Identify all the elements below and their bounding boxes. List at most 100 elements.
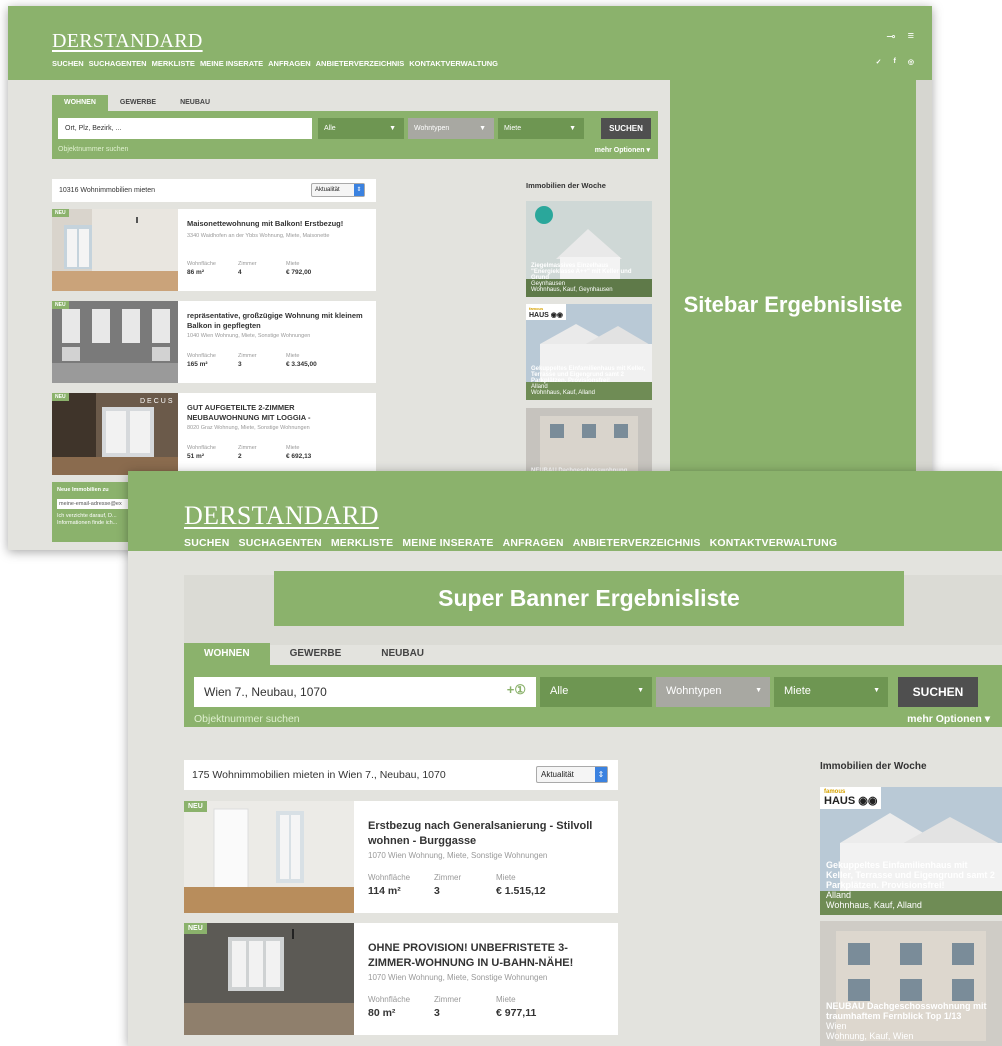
object-number-link[interactable]: Objektnummer suchen — [58, 146, 128, 153]
listing-card[interactable]: NEU Erstbezug nach Generalsanierung - St… — [184, 801, 618, 913]
tab-gewerbe[interactable]: GEWERBE — [270, 643, 362, 665]
owl-icon: ◉◉ — [858, 795, 878, 807]
stat-rent-label: Miete — [286, 353, 300, 359]
nav-anbieterverzeichnis[interactable]: ANBIETERVERZEICHNIS — [316, 59, 405, 68]
sort-select[interactable]: Aktualität ⇕ — [311, 183, 365, 197]
chevron-down-icon: ▼ — [873, 687, 880, 694]
stat-rooms-label: Zimmer — [238, 261, 257, 267]
key-icon[interactable]: ⊸ — [886, 30, 895, 43]
nav-meine-inserate[interactable]: MEINE INSERATE — [200, 59, 263, 68]
dropdown-miete[interactable]: Miete ▼ — [774, 677, 888, 707]
dropdown-alle[interactable]: Alle ▼ — [318, 118, 404, 139]
newsletter-consent[interactable]: Ich verzichte darauf, D... Informationen… — [57, 513, 131, 527]
nav-suchen[interactable]: SUCHEN — [52, 59, 84, 68]
object-number-link[interactable]: Objektnummer suchen — [194, 713, 300, 725]
stat-area: Wohnfläche 165 m² — [187, 353, 216, 368]
new-badge: NEU — [184, 923, 207, 934]
facebook-icon[interactable]: f — [894, 58, 896, 66]
logo-top: famous — [529, 306, 544, 311]
newsletter-email-input[interactable]: meine-email-adresse@ex — [57, 499, 131, 509]
featured-type: Wohnhaus, Kauf, Alland — [531, 390, 595, 396]
newsletter-title: Neue Immobilien zu — [57, 487, 109, 493]
new-badge: NEU — [184, 801, 207, 812]
select-arrows-icon: ⇕ — [354, 184, 364, 196]
stat-area: Wohnfläche 51 m² — [187, 445, 216, 460]
featured-title: Gekuppeltes Einfamilienhaus mit Keller, … — [826, 860, 995, 890]
location-input[interactable]: Ort, Plz, Bezirk, ... — [58, 118, 312, 139]
nav-kontaktverwaltung[interactable]: KONTAKTVERWALTUNG — [710, 537, 838, 549]
featured-card[interactable]: NEUBAU Dachgeschosswohnung — [526, 408, 652, 478]
tab-neubau[interactable]: NEUBAU — [361, 643, 444, 665]
listing-title[interactable]: repräsentative, großzügige Wohnung mit k… — [187, 311, 367, 331]
twitter-icon[interactable]: ✓ — [876, 58, 882, 66]
stat-rooms-label: Zimmer — [434, 873, 462, 882]
featured-card[interactable]: Ziegelmassives Einzelhaus "Energieklasse… — [526, 201, 652, 297]
site-logo[interactable]: DERSTANDARD — [52, 30, 203, 53]
nav-merkliste[interactable]: MERKLISTE — [331, 537, 393, 549]
listing-card[interactable]: NEU repräsentative, großzügige Wohnung m… — [52, 301, 376, 383]
site-logo[interactable]: DERSTANDARD — [184, 501, 379, 531]
nav-suchen[interactable]: SUCHEN — [184, 537, 230, 549]
stat-rooms-value: 3 — [434, 1007, 440, 1019]
stat-area-value: 114 m² — [368, 885, 401, 897]
result-count: 175 Wohnimmobilien mieten in Wien 7., Ne… — [192, 769, 446, 781]
nav-anfragen[interactable]: ANFRAGEN — [503, 537, 564, 549]
listing-title[interactable]: Maisonettewohnung mit Balkon! Erstbezug! — [187, 219, 367, 229]
sort-select[interactable]: Aktualität ⇕ — [536, 766, 608, 783]
location-input[interactable]: Wien 7., Neubau, 1070 +① — [194, 677, 536, 707]
stat-rooms-value: 2 — [238, 453, 242, 460]
listing-card[interactable]: DECUS NEU GUT AUFGETEILTE 2-ZIMMER NEUBA… — [52, 393, 376, 475]
more-options-link[interactable]: mehr Optionen ▾ — [595, 146, 650, 154]
listing-title[interactable]: GUT AUFGETEILTE 2-ZIMMER NEUBAUWOHNUNG M… — [187, 403, 367, 423]
dropdown-alle[interactable]: Alle ▼ — [540, 677, 652, 707]
featured-caption: Ziegelmassives Einzelhaus "Energieklasse… — [526, 259, 652, 297]
dropdown-miete[interactable]: Miete ▼ — [498, 118, 584, 139]
listing-subtitle: 1070 Wien Wohnung, Miete, Sonstige Wohnu… — [368, 851, 548, 860]
dropdown-wohntypen-label: Wohntypen — [414, 125, 450, 132]
instagram-icon[interactable]: ◎ — [908, 58, 914, 66]
result-count: 10316 Wohnimmobilien mieten — [59, 187, 155, 194]
logo-text: HAUS — [529, 312, 549, 319]
nav-merkliste[interactable]: MERKLISTE — [152, 59, 195, 68]
super-banner-ad-slot: Super Banner Ergebnisliste — [274, 571, 904, 626]
dropdown-wohntypen[interactable]: Wohntypen ▼ — [656, 677, 770, 707]
stat-area-value: 51 m² — [187, 453, 204, 460]
search-button[interactable]: SUCHEN — [601, 118, 651, 139]
menu-icon[interactable]: ≡ — [908, 30, 914, 43]
featured-card[interactable]: famous HAUS ◉◉ Gekuppeltes Einfamilienhau… — [820, 787, 1002, 915]
stat-rooms-value: 4 — [238, 269, 242, 276]
stat-area: Wohnfläche 86 m² — [187, 261, 216, 276]
listing-title[interactable]: Erstbezug nach Generalsanierung - Stilvo… — [368, 819, 604, 849]
nav-kontaktverwaltung[interactable]: KONTAKTVERWALTUNG — [409, 59, 498, 68]
featured-card[interactable]: NEUBAU Dachgeschosswohnung mit traumhaft… — [820, 921, 1002, 1046]
site-header: DERSTANDARD SUCHEN SUCHAGENTEN MERKLISTE… — [128, 471, 1002, 551]
nav-anfragen[interactable]: ANFRAGEN — [268, 59, 311, 68]
listing-subtitle: 3340 Waidhofen an der Ybbs Wohnung, Miet… — [187, 233, 330, 239]
dropdown-miete-label: Miete — [784, 685, 811, 697]
dropdown-wohntypen[interactable]: Wohntypen ▼ — [408, 118, 494, 139]
stat-rent-value: € 3.345,00 — [286, 361, 317, 368]
search-bar: Ort, Plz, Bezirk, ... Alle ▼ Wohntypen ▼ M… — [52, 111, 658, 159]
tab-wohnen[interactable]: WOHNEN — [184, 643, 270, 665]
nav-anbieterverzeichnis[interactable]: ANBIETERVERZEICHNIS — [573, 537, 701, 549]
tab-wohnen[interactable]: WOHNEN — [52, 95, 108, 111]
stat-rooms-value: 3 — [434, 885, 440, 897]
listing-title[interactable]: OHNE PROVISION! UNBEFRISTETE 3-ZIMMER-WO… — [368, 941, 604, 971]
tab-neubau[interactable]: NEUBAU — [168, 95, 222, 111]
featured-title: NEUBAU Dachgeschosswohnung mit traumhaft… — [826, 1001, 987, 1021]
nav-suchagenten[interactable]: SUCHAGENTEN — [89, 59, 147, 68]
stat-area-label: Wohnfläche — [368, 995, 411, 1004]
add-location-icon[interactable]: +① — [507, 682, 526, 698]
listing-card[interactable]: NEU OHNE PROVISION! UNBEFRISTETE 3-ZIMME… — [184, 923, 618, 1035]
listing-card[interactable]: NEU Maisonettewohnung mit Balkon! Erstbe… — [52, 209, 376, 291]
nav-suchagenten[interactable]: SUCHAGENTEN — [239, 537, 322, 549]
featured-card[interactable]: famous HAUS ◉◉ Gekuppeltes Einfamilienhau… — [526, 304, 652, 400]
listing-photo — [184, 923, 354, 1035]
stat-rooms-label: Zimmer — [434, 995, 462, 1004]
listing-photo — [52, 301, 178, 383]
tab-gewerbe[interactable]: GEWERBE — [108, 95, 168, 111]
nav-meine-inserate[interactable]: MEINE INSERATE — [402, 537, 493, 549]
search-button[interactable]: SUCHEN — [898, 677, 978, 707]
listing-subtitle: 1070 Wien Wohnung, Miete, Sonstige Wohnu… — [368, 973, 548, 982]
more-options-link[interactable]: mehr Optionen ▾ — [907, 713, 990, 725]
